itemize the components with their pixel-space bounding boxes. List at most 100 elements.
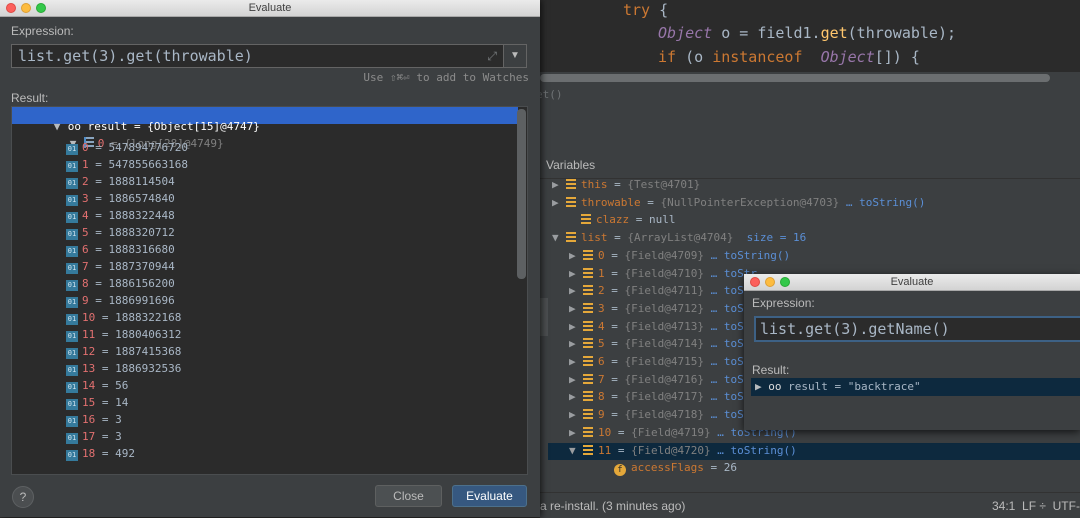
variable-extra[interactable]: … toString() (711, 444, 796, 457)
array-item-index: 18 (82, 447, 96, 460)
array-row[interactable]: ▼0 = {long[28]@4749} (12, 124, 518, 150)
array-item-row[interactable]: 01 10 = 1888322168 (12, 311, 518, 328)
array-item-row[interactable]: 01 5 = 1888320712 (12, 226, 518, 243)
variable-value: {Field@4720} (631, 443, 711, 457)
expression-label: Expression: (11, 24, 74, 38)
expand-arrow-icon[interactable]: ▼ (569, 444, 583, 457)
array-item-row[interactable]: 01 16 = 3 (12, 413, 518, 430)
variable-extra[interactable]: size = 16 (733, 231, 807, 244)
array-item-row[interactable]: 01 8 = 1886156200 (12, 277, 518, 294)
expand-arrow-icon[interactable]: ▼ (552, 231, 566, 244)
help-button[interactable]: ? (12, 486, 34, 508)
expression-input[interactable]: list.get(3).getName() (754, 316, 1080, 342)
variable-value: {Field@4712} (624, 301, 704, 315)
variable-name: accessFlags (631, 461, 704, 475)
variable-row[interactable]: ▶ 3 = {Field@4712} … toStr (569, 302, 757, 319)
array-item-row[interactable]: 01 7 = 1887370944 (12, 260, 518, 277)
result-scrollbar-thumb[interactable] (517, 109, 526, 279)
expand-arrow-icon[interactable]: ▶ (552, 196, 566, 209)
array-item-row[interactable]: 01 15 = 14 (12, 396, 518, 413)
array-item-index: 5 (82, 226, 89, 239)
expand-arrow-icon[interactable]: ▶ (569, 320, 583, 333)
variable-equals: = (611, 443, 632, 457)
variable-extra[interactable]: … toString() (704, 249, 790, 262)
array-item-row[interactable]: 01 3 = 1886574840 (12, 192, 518, 209)
result-row[interactable]: ▶ oo result = "backtrace" (751, 378, 1080, 396)
expand-arrow-icon[interactable]: ▶ (569, 373, 583, 386)
array-item-index: 12 (82, 345, 96, 358)
code-text: (throwable); (847, 24, 957, 42)
expression-text[interactable]: list.get(3).get(throwable) (18, 47, 253, 65)
primitive-icon: 01 (66, 263, 78, 274)
variable-row[interactable]: f accessFlags = 26 (600, 461, 737, 478)
expand-arrow-icon[interactable]: ▶ (569, 426, 583, 439)
variable-row[interactable]: ▶ 1 = {Field@4710} … toStr (569, 267, 757, 284)
variable-row[interactable]: ▶ 4 = {Field@4713} … toStr (569, 320, 757, 337)
result-row[interactable]: ▼ oo result = {Object[15]@4747} (12, 107, 518, 133)
variable-row[interactable]: ▶ 7 = {Field@4716} … toStr (569, 373, 757, 390)
array-item-row[interactable]: 01 6 = 1888316680 (12, 243, 518, 260)
array-item-row[interactable]: 01 13 = 1886932536 (12, 362, 518, 379)
code-text: []) { (874, 48, 920, 66)
variable-row[interactable]: ▶ 6 = {Field@4715} … toStr (569, 355, 757, 372)
array-item-index: 14 (82, 379, 96, 392)
expand-arrow-icon[interactable]: ▶ (755, 380, 762, 393)
primitive-icon: 01 (66, 161, 78, 172)
expression-input[interactable]: list.get(3).get(throwable) ⤢ (11, 44, 503, 68)
expand-arrow-icon[interactable]: ▶ (569, 408, 583, 421)
primitive-icon: 01 (66, 433, 78, 444)
caret-position[interactable]: 34:1 LF ÷ UTF- (992, 499, 1080, 513)
variable-equals: = (604, 248, 625, 262)
result-tree[interactable]: ▼oo result = {Object[15]@4747} ▼0 = {lon… (11, 106, 528, 475)
scrollbar-thumb[interactable] (540, 74, 1050, 82)
expand-arrow-icon[interactable]: ▶ (569, 390, 583, 403)
array-item-row[interactable]: 01 17 = 3 (12, 430, 518, 447)
add-to-watches-hint: Use ⇧⌘⏎ to add to Watches (363, 71, 529, 84)
expand-arrow-icon[interactable]: ▶ (569, 267, 583, 280)
variable-row[interactable]: ▼ 11 = {Field@4720} … toString() (569, 444, 797, 461)
expand-arrow-icon[interactable]: ▶ (552, 178, 566, 191)
variable-row[interactable]: ▶ 9 = {Field@4718} … toStr (569, 408, 757, 425)
array-item-row[interactable]: 01 9 = 1886991696 (12, 294, 518, 311)
primitive-icon: 01 (66, 416, 78, 427)
code-text: (o (676, 48, 713, 66)
variable-row[interactable]: ▶ throwable = {NullPointerException@4703}… (552, 196, 925, 213)
variable-row[interactable]: ▶ 0 = {Field@4709} … toString() (569, 249, 790, 266)
expand-arrow-icon[interactable]: ▶ (569, 284, 583, 297)
status-message: a re-install. (3 minutes ago) (540, 499, 686, 513)
expression-text[interactable]: list.get(3).getName() (760, 320, 950, 338)
array-item-row[interactable]: 01 11 = 1880406312 (12, 328, 518, 345)
variable-row[interactable]: ▶ this = {Test@4701} (552, 178, 700, 195)
history-dropdown-button[interactable]: ▼ (503, 44, 527, 68)
variable-row[interactable]: ▶ 5 = {Field@4714} … toStr (569, 337, 757, 354)
evaluate-button[interactable]: Evaluate (452, 485, 527, 507)
expand-arrow-icon[interactable]: ▶ (569, 355, 583, 368)
result-label: Result: (11, 91, 49, 105)
array-item-row[interactable]: 01 4 = 1888322448 (12, 209, 518, 226)
array-item-row[interactable]: 01 18 = 492 (12, 447, 518, 464)
code-editor[interactable]: try { Object o = field1.get(throwable); … (540, 0, 1080, 72)
keyword: if (658, 48, 677, 66)
array-item-row[interactable]: 01 0 = 547894776720 (12, 141, 518, 158)
primitive-icon: 01 (66, 144, 78, 155)
array-item-row[interactable]: 01 12 = 1887415368 (12, 345, 518, 362)
editor-horizontal-scrollbar[interactable] (540, 72, 1080, 84)
variable-row[interactable]: ▶ 8 = {Field@4717} … toStr (569, 390, 757, 407)
array-item-row[interactable]: 01 2 = 1888114504 (12, 175, 518, 192)
variable-row[interactable]: clazz = null (567, 213, 676, 230)
expand-arrow-icon[interactable]: ▶ (569, 249, 583, 262)
variable-row[interactable]: ▼ list = {ArrayList@4704} size = 16 (552, 231, 806, 248)
side-panel-tab[interactable] (540, 298, 548, 336)
primitive-icon: 01 (66, 365, 78, 376)
variable-row[interactable]: ▶ 2 = {Field@4711} … toStr (569, 284, 757, 301)
variable-extra[interactable]: … toString() (839, 196, 925, 209)
close-button[interactable]: Close (375, 485, 442, 507)
field-icon (583, 249, 593, 260)
array-item-row[interactable]: 01 1 = 547855663168 (12, 158, 518, 175)
expand-arrow-icon[interactable]: ▶ (569, 302, 583, 315)
array-item-value: = 1886991696 (88, 294, 175, 307)
array-item-row[interactable]: 01 14 = 56 (12, 379, 518, 396)
variable-value: {NullPointerException@4703} (660, 195, 840, 209)
expand-arrow-icon[interactable]: ▶ (569, 337, 583, 350)
expand-icon[interactable]: ⤢ (487, 49, 497, 64)
